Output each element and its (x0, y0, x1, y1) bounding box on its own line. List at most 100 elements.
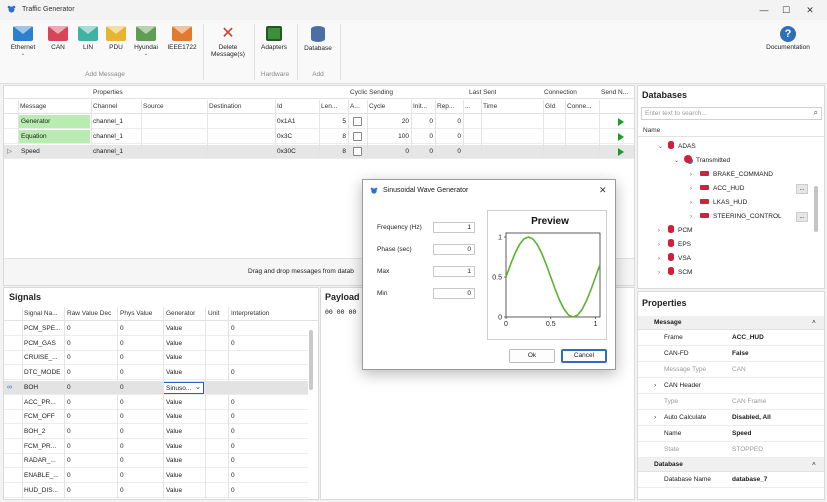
generator-cell[interactable]: Value (166, 469, 182, 482)
adapters-button[interactable]: Adapters (258, 24, 290, 70)
raw-value-cell[interactable]: 0 (67, 396, 71, 409)
interpretation-cell[interactable]: 0 (231, 410, 235, 423)
database-tree-node[interactable]: › VSA (658, 252, 691, 266)
signals-column-header[interactable]: Raw Value Dec (67, 307, 111, 320)
rep-cell[interactable]: 0 (437, 115, 461, 128)
more-options-button[interactable]: ... (796, 184, 808, 194)
messages-column-header[interactable]: A... (350, 100, 360, 113)
database-button[interactable]: Database (301, 24, 335, 70)
database-tree-node[interactable]: › PCM (658, 224, 692, 238)
raw-value-cell[interactable]: 0 (67, 484, 71, 497)
add-message-button-4[interactable]: Hyundai ⌄ (130, 24, 162, 70)
signal-row[interactable]: RADAR_... 0 0 Value 0 (4, 454, 308, 469)
generator-cell[interactable]: Value (166, 396, 182, 409)
generator-cell[interactable]: Value (166, 322, 182, 335)
rep-cell[interactable]: 0 (437, 145, 461, 158)
phys-value-cell[interactable]: 0 (120, 440, 124, 453)
generator-cell[interactable]: Value (166, 440, 182, 453)
signal-name-cell[interactable]: ENABLE_... (24, 469, 64, 482)
init-cell[interactable]: 0 (413, 130, 433, 143)
messages-column-header[interactable]: Channel (93, 100, 117, 113)
init-cell[interactable]: 0 (413, 115, 433, 128)
minimize-button[interactable]: — (757, 3, 771, 17)
messages-column-header[interactable]: Destination (209, 100, 242, 113)
phys-value-cell[interactable]: 0 (120, 410, 124, 423)
close-window-button[interactable]: ✕ (803, 3, 817, 17)
messages-column-header[interactable]: Len... (321, 100, 337, 113)
database-tree-node[interactable]: ⌄ Transmitted (674, 154, 730, 168)
generator-cell[interactable]: Value (166, 351, 182, 364)
tree-expander-icon[interactable]: › (690, 182, 700, 196)
channel-cell[interactable]: channel_1 (93, 115, 123, 128)
prop-database-name[interactable]: Database Name database_7 (638, 472, 824, 488)
dialog-field-input[interactable]: 0 (433, 288, 475, 299)
database-tree-node[interactable]: › ACC_HUD (690, 182, 744, 196)
prop-can-header[interactable]: › CAN Header (638, 378, 824, 394)
messages-column-header[interactable]: ... (465, 100, 470, 113)
message-name-cell[interactable]: Generator (18, 115, 90, 128)
messages-column-header[interactable]: Rep... (437, 100, 454, 113)
tree-expander-icon[interactable]: ⌄ (674, 154, 684, 168)
phys-value-cell[interactable]: 0 (120, 337, 124, 350)
interpretation-cell[interactable]: 0 (231, 322, 235, 335)
phys-value-cell[interactable]: 0 (120, 351, 124, 364)
messages-column-header[interactable]: Conne... (567, 100, 592, 113)
signal-row[interactable]: ∞ BOH 0 0 Sinuso... ⌄ (4, 380, 308, 395)
phys-value-cell[interactable]: 0 (120, 469, 124, 482)
add-message-button-1[interactable]: CAN (43, 24, 73, 70)
send-now-play-icon[interactable] (618, 148, 624, 156)
rep-cell[interactable]: 0 (437, 130, 461, 143)
database-tree-node[interactable]: › LKAS_HUD (690, 196, 747, 210)
channel-cell[interactable]: channel_1 (93, 130, 123, 143)
prop-name[interactable]: Name Speed (638, 426, 824, 442)
signals-column-header[interactable]: Signal Na... (24, 307, 58, 320)
signal-name-cell[interactable]: PCM_SPE... (24, 322, 64, 335)
signal-row[interactable]: DTC_MODE 0 0 Value 0 (4, 366, 308, 381)
generator-cell[interactable]: Value (166, 410, 182, 423)
phys-value-cell[interactable]: 0 (120, 396, 124, 409)
add-message-button-0[interactable]: Ethernet ⌄ (8, 24, 38, 70)
signal-name-cell[interactable]: CRUISE_... (24, 351, 64, 364)
interpretation-cell[interactable]: 0 (231, 484, 235, 497)
message-name-cell[interactable]: Equation (18, 130, 90, 143)
generator-cell[interactable]: Value (166, 484, 182, 497)
signals-column-header[interactable]: Interpretation (231, 307, 269, 320)
raw-value-cell[interactable]: 0 (67, 454, 71, 467)
id-cell[interactable]: 0x30C (277, 145, 296, 158)
messages-column-header[interactable]: Cycle (369, 100, 385, 113)
phys-value-cell[interactable]: 0 (120, 454, 124, 467)
raw-value-cell[interactable]: 0 (67, 381, 71, 394)
signal-row[interactable]: ENABLE_... 0 0 Value 0 (4, 469, 308, 483)
maximize-button[interactable]: ☐ (779, 3, 793, 17)
messages-column-header[interactable]: Init... (413, 100, 427, 113)
tree-expander-icon[interactable]: › (658, 266, 668, 280)
cycle-cell[interactable]: 100 (369, 130, 409, 143)
tree-expander-icon[interactable]: › (690, 210, 700, 224)
generator-dropdown[interactable]: Sinuso... ⌄ (163, 381, 204, 394)
auto-checkbox[interactable] (353, 147, 362, 156)
payload-bytes[interactable]: 00 00 00 (325, 308, 356, 316)
send-now-play-icon[interactable] (618, 118, 624, 126)
database-section-header[interactable]: Database ˄ (638, 458, 824, 472)
signal-name-cell[interactable]: HUD_DIS... (24, 484, 64, 497)
signals-column-header[interactable]: Generator (166, 307, 195, 320)
cycle-cell[interactable]: 0 (369, 145, 409, 158)
prop-canfd[interactable]: CAN-FD False (638, 346, 824, 362)
auto-checkbox[interactable] (353, 117, 362, 126)
phys-value-cell[interactable]: 0 (120, 484, 124, 497)
signal-name-cell[interactable]: BOH (24, 381, 64, 394)
signal-name-cell[interactable]: RADAR_... (24, 454, 64, 467)
generator-cell[interactable]: Value (166, 366, 182, 379)
interpretation-cell[interactable]: 0 (231, 425, 235, 438)
cycle-cell[interactable]: 20 (369, 115, 409, 128)
messages-column-header[interactable]: GId (545, 100, 555, 113)
database-tree-node[interactable]: ⌄ ADAS (658, 140, 696, 154)
signal-name-cell[interactable]: FCM_PR... (24, 440, 64, 453)
interpretation-cell[interactable]: 0 (231, 396, 235, 409)
cancel-button[interactable]: Cancel (561, 349, 607, 363)
signal-row[interactable]: FCM_OFF 0 0 Value 0 (4, 410, 308, 425)
signal-name-cell[interactable]: DTC_MODE (24, 366, 64, 379)
channel-cell[interactable]: channel_1 (93, 145, 123, 158)
tree-expander-icon[interactable]: › (658, 238, 668, 252)
add-message-button-3[interactable]: PDU (103, 24, 129, 70)
